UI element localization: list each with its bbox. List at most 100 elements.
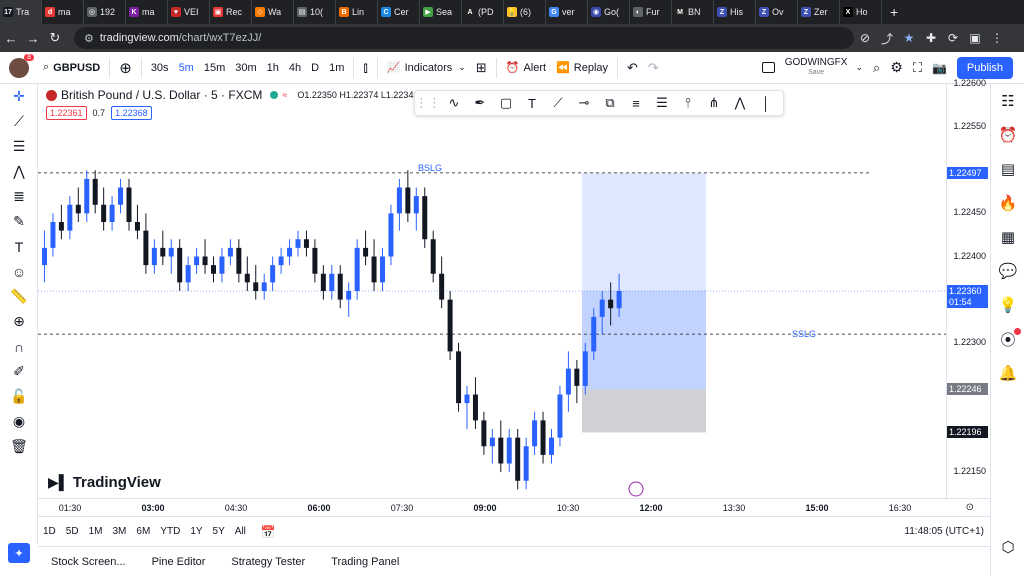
trend-line-icon[interactable]: ⟋ [0, 109, 38, 134]
compare-button[interactable]: ⊕ [114, 59, 137, 77]
interval-30s[interactable]: 30s [146, 62, 174, 74]
history-icon[interactable]: ⟳ [942, 31, 964, 45]
dom-icon[interactable]: ⬡ [991, 530, 1024, 564]
camera-icon[interactable]: 📷 [927, 61, 952, 75]
watchlist-icon[interactable]: ☷ [991, 84, 1024, 118]
price-axis[interactable]: 1.22600 1.22550 1.22450 1.22400 1.22300 1.221… [946, 78, 990, 498]
browser-tab[interactable]: ◇ Wa [252, 0, 294, 24]
site-info-icon[interactable]: ⚙ [84, 32, 94, 45]
bookmark-star-icon[interactable]: ★ [898, 31, 920, 45]
replay-button[interactable]: ⏪ Replay [551, 61, 613, 75]
browser-tab[interactable]: X Ho [840, 0, 882, 24]
avatar[interactable]: 8 [0, 53, 38, 78]
zoom-in-icon[interactable]: ⊕ [0, 309, 38, 334]
browser-tab[interactable]: Kma [126, 0, 168, 24]
help-icon[interactable]: ? [991, 564, 1024, 576]
interval-D[interactable]: D [306, 62, 324, 74]
ruler-icon[interactable]: 📏 [0, 284, 38, 309]
bottom-tab[interactable]: Pine Editor [139, 556, 219, 568]
extensions-icon[interactable]: ✚ [920, 31, 942, 45]
pattern-icon[interactable]: ⋀ [727, 95, 753, 111]
bottom-tab[interactable]: Strategy Tester [218, 556, 318, 568]
price-chart[interactable]: BSLG SSLG [38, 84, 946, 498]
menu-icon[interactable]: ⋮ [986, 31, 1008, 45]
new-tab-button[interactable]: + [882, 4, 906, 20]
back-icon[interactable]: ← [0, 31, 22, 46]
long-position-icon[interactable]: ⫯ [675, 95, 701, 111]
browser-tab[interactable]: ▣ Rec [210, 0, 252, 24]
data-window-icon[interactable]: ▤ [991, 152, 1024, 186]
eye-icon[interactable]: ◉ [0, 409, 38, 434]
bottom-tab[interactable]: Stock Screen... [38, 556, 139, 568]
text-icon[interactable]: T [0, 234, 38, 259]
parallel-channel-icon[interactable]: ⧉ [597, 95, 623, 111]
line-icon[interactable]: ⟋ [545, 95, 571, 111]
browser-tab[interactable]: 💡 (6) [504, 0, 546, 24]
drag-handle-icon[interactable]: ⋮⋮ [415, 95, 441, 111]
bottom-tab[interactable]: Trading Panel [318, 556, 412, 568]
hotlists-icon[interactable]: 🔥 [991, 186, 1024, 220]
range-1d[interactable]: 1D [38, 526, 61, 537]
ideas-icon[interactable]: 💡 [991, 288, 1024, 322]
browser-tab[interactable]: ▶ Sea [420, 0, 462, 24]
publish-button[interactable]: Publish [952, 56, 1018, 79]
chart-type-button[interactable]: ⫾ [358, 59, 372, 76]
horizontal-lines-icon[interactable]: ☰ [0, 134, 38, 159]
sell-button[interactable]: 1.22361 [46, 106, 87, 120]
lock-icon[interactable]: 🔓 [0, 384, 38, 409]
chat-icon[interactable]: 💬 [991, 254, 1024, 288]
alert-button[interactable]: ⏰ Alert [501, 61, 551, 75]
browser-tab[interactable]: Z Zer [798, 0, 840, 24]
range-all[interactable]: All [230, 526, 251, 537]
sparkle-icon[interactable]: ✦ [8, 543, 30, 563]
fullscreen-icon[interactable]: ⛶ [908, 60, 927, 76]
redo-button[interactable]: ↷ [643, 60, 664, 76]
trash-icon[interactable]: 🗑 [0, 434, 38, 459]
eye-off-icon[interactable]: ⊘ [854, 31, 876, 45]
browser-tab[interactable]: ◎ 192 [84, 0, 126, 24]
lock-drawing-icon[interactable]: ✐ [0, 359, 38, 384]
reload-icon[interactable]: ↻ [44, 30, 66, 46]
forward-icon[interactable]: → [22, 31, 44, 46]
chart-pane[interactable]: BSLG SSLG [38, 84, 946, 498]
streams-icon[interactable]: ⦿ [991, 322, 1024, 356]
notifications-icon[interactable]: 🔔 [991, 356, 1024, 390]
pitchfork-icon[interactable]: ⋔ [701, 95, 727, 111]
browser-tab[interactable]: ◐ Fur [630, 0, 672, 24]
interval-30m[interactable]: 30m [230, 62, 261, 74]
interval-5m[interactable]: 5m [174, 62, 199, 74]
quick-search-button[interactable]: ⌕ [868, 60, 885, 76]
symbol-search-button[interactable]: ⌕ GBPUSD [38, 61, 105, 74]
browser-tab[interactable]: ◉ Go( [588, 0, 630, 24]
axis-settings-icon[interactable]: ⊙ [966, 502, 974, 513]
settings-icon[interactable]: ⚙ [885, 59, 908, 76]
rectangle-icon[interactable]: ▢ [493, 95, 519, 111]
pen-icon[interactable]: ✒ [467, 95, 493, 111]
browser-tab[interactable]: Z Ov [756, 0, 798, 24]
share-icon[interactable]: ⤴ [876, 30, 898, 47]
range-1m[interactable]: 1M [84, 526, 108, 537]
interval-1h[interactable]: 1h [262, 62, 284, 74]
browser-tab[interactable]: 17 Tra [0, 0, 42, 24]
browser-tab[interactable]: C Cer [378, 0, 420, 24]
pattern-icon[interactable]: ⋀ [0, 159, 38, 184]
alerts-icon[interactable]: ⏰ [991, 118, 1024, 152]
emoji-icon[interactable]: ☺ [0, 259, 38, 284]
interval-1m[interactable]: 1m [324, 62, 349, 74]
browser-tab[interactable]: ♥ VEI [168, 0, 210, 24]
browser-tab[interactable]: ▤ 10( [294, 0, 336, 24]
sidepanel-icon[interactable]: ▣ [964, 31, 986, 45]
layout-button[interactable]: GODWINGFX Save ⌄ [757, 57, 868, 78]
templates-button[interactable]: ⊞ [471, 60, 492, 76]
range-5d[interactable]: 5D [61, 526, 84, 537]
browser-tab[interactable]: Z His [714, 0, 756, 24]
clock[interactable]: 11:48:05 (UTC+1) [904, 526, 984, 537]
vertical-line-icon[interactable]: │ [753, 96, 779, 111]
range-6m[interactable]: 6M [131, 526, 155, 537]
crosshair-icon[interactable]: ✛ [0, 84, 38, 109]
interval-15m[interactable]: 15m [199, 62, 230, 74]
browser-tab[interactable]: A (PD [462, 0, 504, 24]
range-3m[interactable]: 3M [108, 526, 132, 537]
brush-icon[interactable]: ✎ [0, 209, 38, 234]
undo-button[interactable]: ↶ [622, 60, 643, 76]
